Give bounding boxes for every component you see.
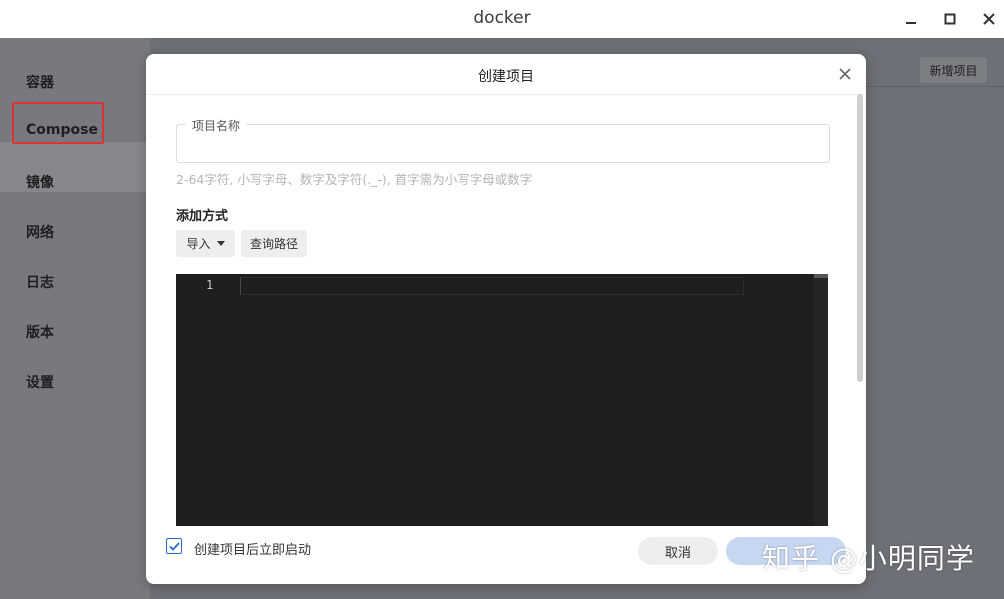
auto-start-label: 创建项目后立即启动 bbox=[194, 543, 312, 558]
project-name-hint: 2-64字符, 小写字母、数字及字符(._-), 首字需为小写字母或数字 bbox=[176, 172, 533, 187]
window-close-icon[interactable] bbox=[978, 8, 1000, 30]
sidebar-item-settings[interactable]: 设置 bbox=[26, 372, 54, 392]
editor-scroll-thumb[interactable] bbox=[814, 274, 828, 278]
line-number: 1 bbox=[206, 278, 214, 292]
close-icon[interactable] bbox=[838, 66, 854, 82]
compose-editor[interactable]: 1 bbox=[176, 274, 828, 526]
import-dropdown-button[interactable]: 导入 bbox=[176, 230, 235, 257]
project-name-input[interactable] bbox=[176, 124, 830, 163]
window-titlebar: docker bbox=[0, 0, 1004, 38]
import-label: 导入 bbox=[186, 237, 211, 251]
sidebar-item-images[interactable]: 镜像 bbox=[26, 172, 54, 192]
project-name-label: 项目名称 bbox=[186, 117, 247, 134]
minimize-icon[interactable] bbox=[900, 8, 922, 30]
auto-start-checkbox[interactable] bbox=[166, 538, 182, 554]
sidebar-item-logs[interactable]: 日志 bbox=[26, 272, 54, 292]
query-path-button[interactable]: 查询路径 bbox=[241, 230, 307, 257]
dialog-scrollbar[interactable] bbox=[857, 94, 863, 382]
add-method-title: 添加方式 bbox=[176, 209, 229, 224]
new-project-button[interactable]: 新增项目 bbox=[920, 57, 987, 83]
sidebar-active-bg bbox=[0, 142, 150, 192]
dialog-title: 创建项目 bbox=[478, 69, 534, 85]
create-project-dialog: 创建项目 项目名称 2-64字符, 小写字母、数字及字符(._-), 首字需为小… bbox=[146, 54, 866, 584]
sidebar-item-containers[interactable]: 容器 bbox=[26, 72, 54, 92]
editor-current-line[interactable] bbox=[240, 277, 744, 295]
checkmark-icon bbox=[168, 541, 180, 551]
window-title: docker bbox=[473, 8, 531, 28]
watermark: 知乎 @小明同学 bbox=[762, 542, 975, 575]
highlight-box bbox=[12, 102, 104, 144]
sidebar-item-network[interactable]: 网络 bbox=[26, 222, 54, 242]
caret-down-icon bbox=[216, 240, 225, 246]
sidebar-item-version[interactable]: 版本 bbox=[26, 322, 54, 342]
cancel-button[interactable]: 取消 bbox=[638, 537, 718, 565]
dialog-header: 创建项目 bbox=[146, 54, 866, 95]
editor-scrollbar[interactable] bbox=[814, 274, 828, 526]
maximize-icon[interactable] bbox=[939, 8, 961, 30]
